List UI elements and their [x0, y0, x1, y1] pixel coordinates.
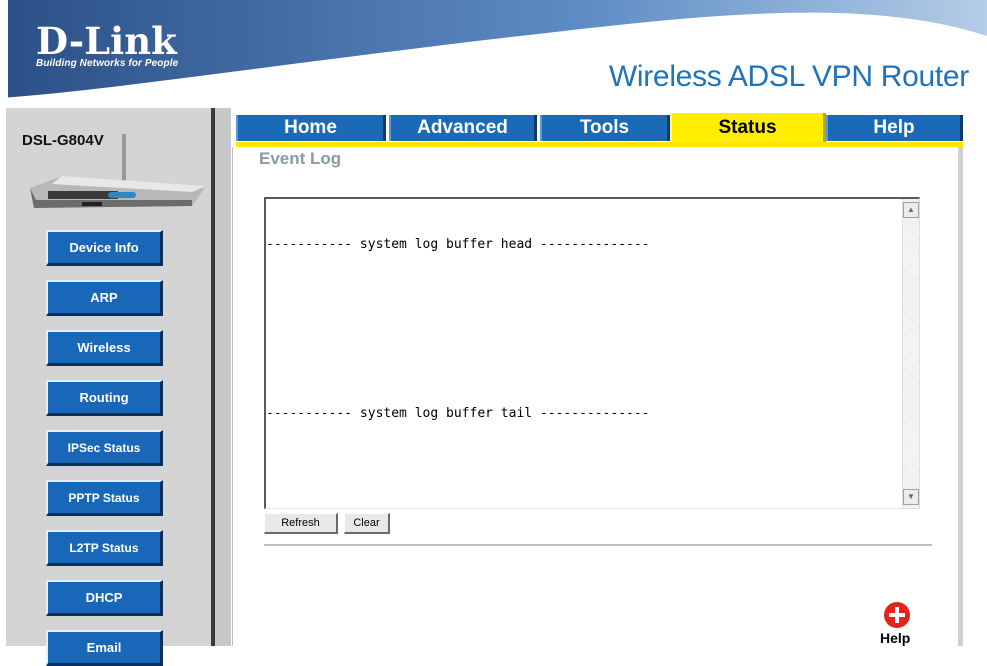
router-image [30, 134, 206, 208]
log-scrollbar[interactable]: ▲ ▼ [902, 199, 919, 508]
content-right-edge [958, 147, 963, 646]
nav-arp[interactable]: ARP [46, 280, 163, 316]
product-title: Wireless ADSL VPN Router [608, 60, 969, 93]
event-log-textarea[interactable]: ----------- system log buffer head -----… [264, 197, 920, 509]
logo-tagline: Building Networks for People [36, 58, 179, 69]
nav-email[interactable]: Email [46, 630, 163, 666]
clear-button[interactable]: Clear [344, 513, 390, 534]
section-divider [264, 544, 932, 546]
help-link[interactable]: Help [880, 630, 910, 646]
nav-wireless[interactable]: Wireless [46, 330, 163, 366]
nav-ipsec-status[interactable]: IPSec Status [46, 430, 163, 466]
tab-status[interactable]: Status [670, 113, 826, 143]
tab-advanced[interactable]: Advanced [389, 115, 537, 141]
nav-l2tp-status[interactable]: L2TP Status [46, 530, 163, 566]
tab-help[interactable]: Help [826, 115, 963, 141]
logo-text: D-Link [36, 19, 177, 63]
scroll-down-arrow-icon[interactable]: ▼ [903, 489, 919, 505]
tab-tools[interactable]: Tools [540, 115, 670, 141]
header: D-Link Building Networks for People Wire… [0, 0, 987, 108]
tab-home[interactable]: Home [236, 115, 386, 141]
nav-pptp-status[interactable]: PPTP Status [46, 480, 163, 516]
nav-routing[interactable]: Routing [46, 380, 163, 416]
log-tail-line: ----------- system log buffer tail -----… [266, 406, 650, 421]
page-title: Event Log [259, 149, 342, 168]
log-head-line: ----------- system log buffer head -----… [266, 237, 650, 252]
nav-dhcp[interactable]: DHCP [46, 580, 163, 616]
nav-device-info[interactable]: Device Info [46, 230, 163, 266]
scroll-up-arrow-icon[interactable]: ▲ [903, 202, 919, 218]
content-gutter [215, 108, 231, 646]
sidebar: DSL-G804V Device Info ARP Wireless Routi… [6, 108, 211, 666]
log-text: ----------- system log buffer head -----… [266, 199, 906, 508]
help-plus-icon[interactable] [884, 602, 910, 628]
dlink-logo: D-Link Building Networks for People [36, 22, 178, 70]
refresh-button[interactable]: Refresh [264, 513, 338, 534]
